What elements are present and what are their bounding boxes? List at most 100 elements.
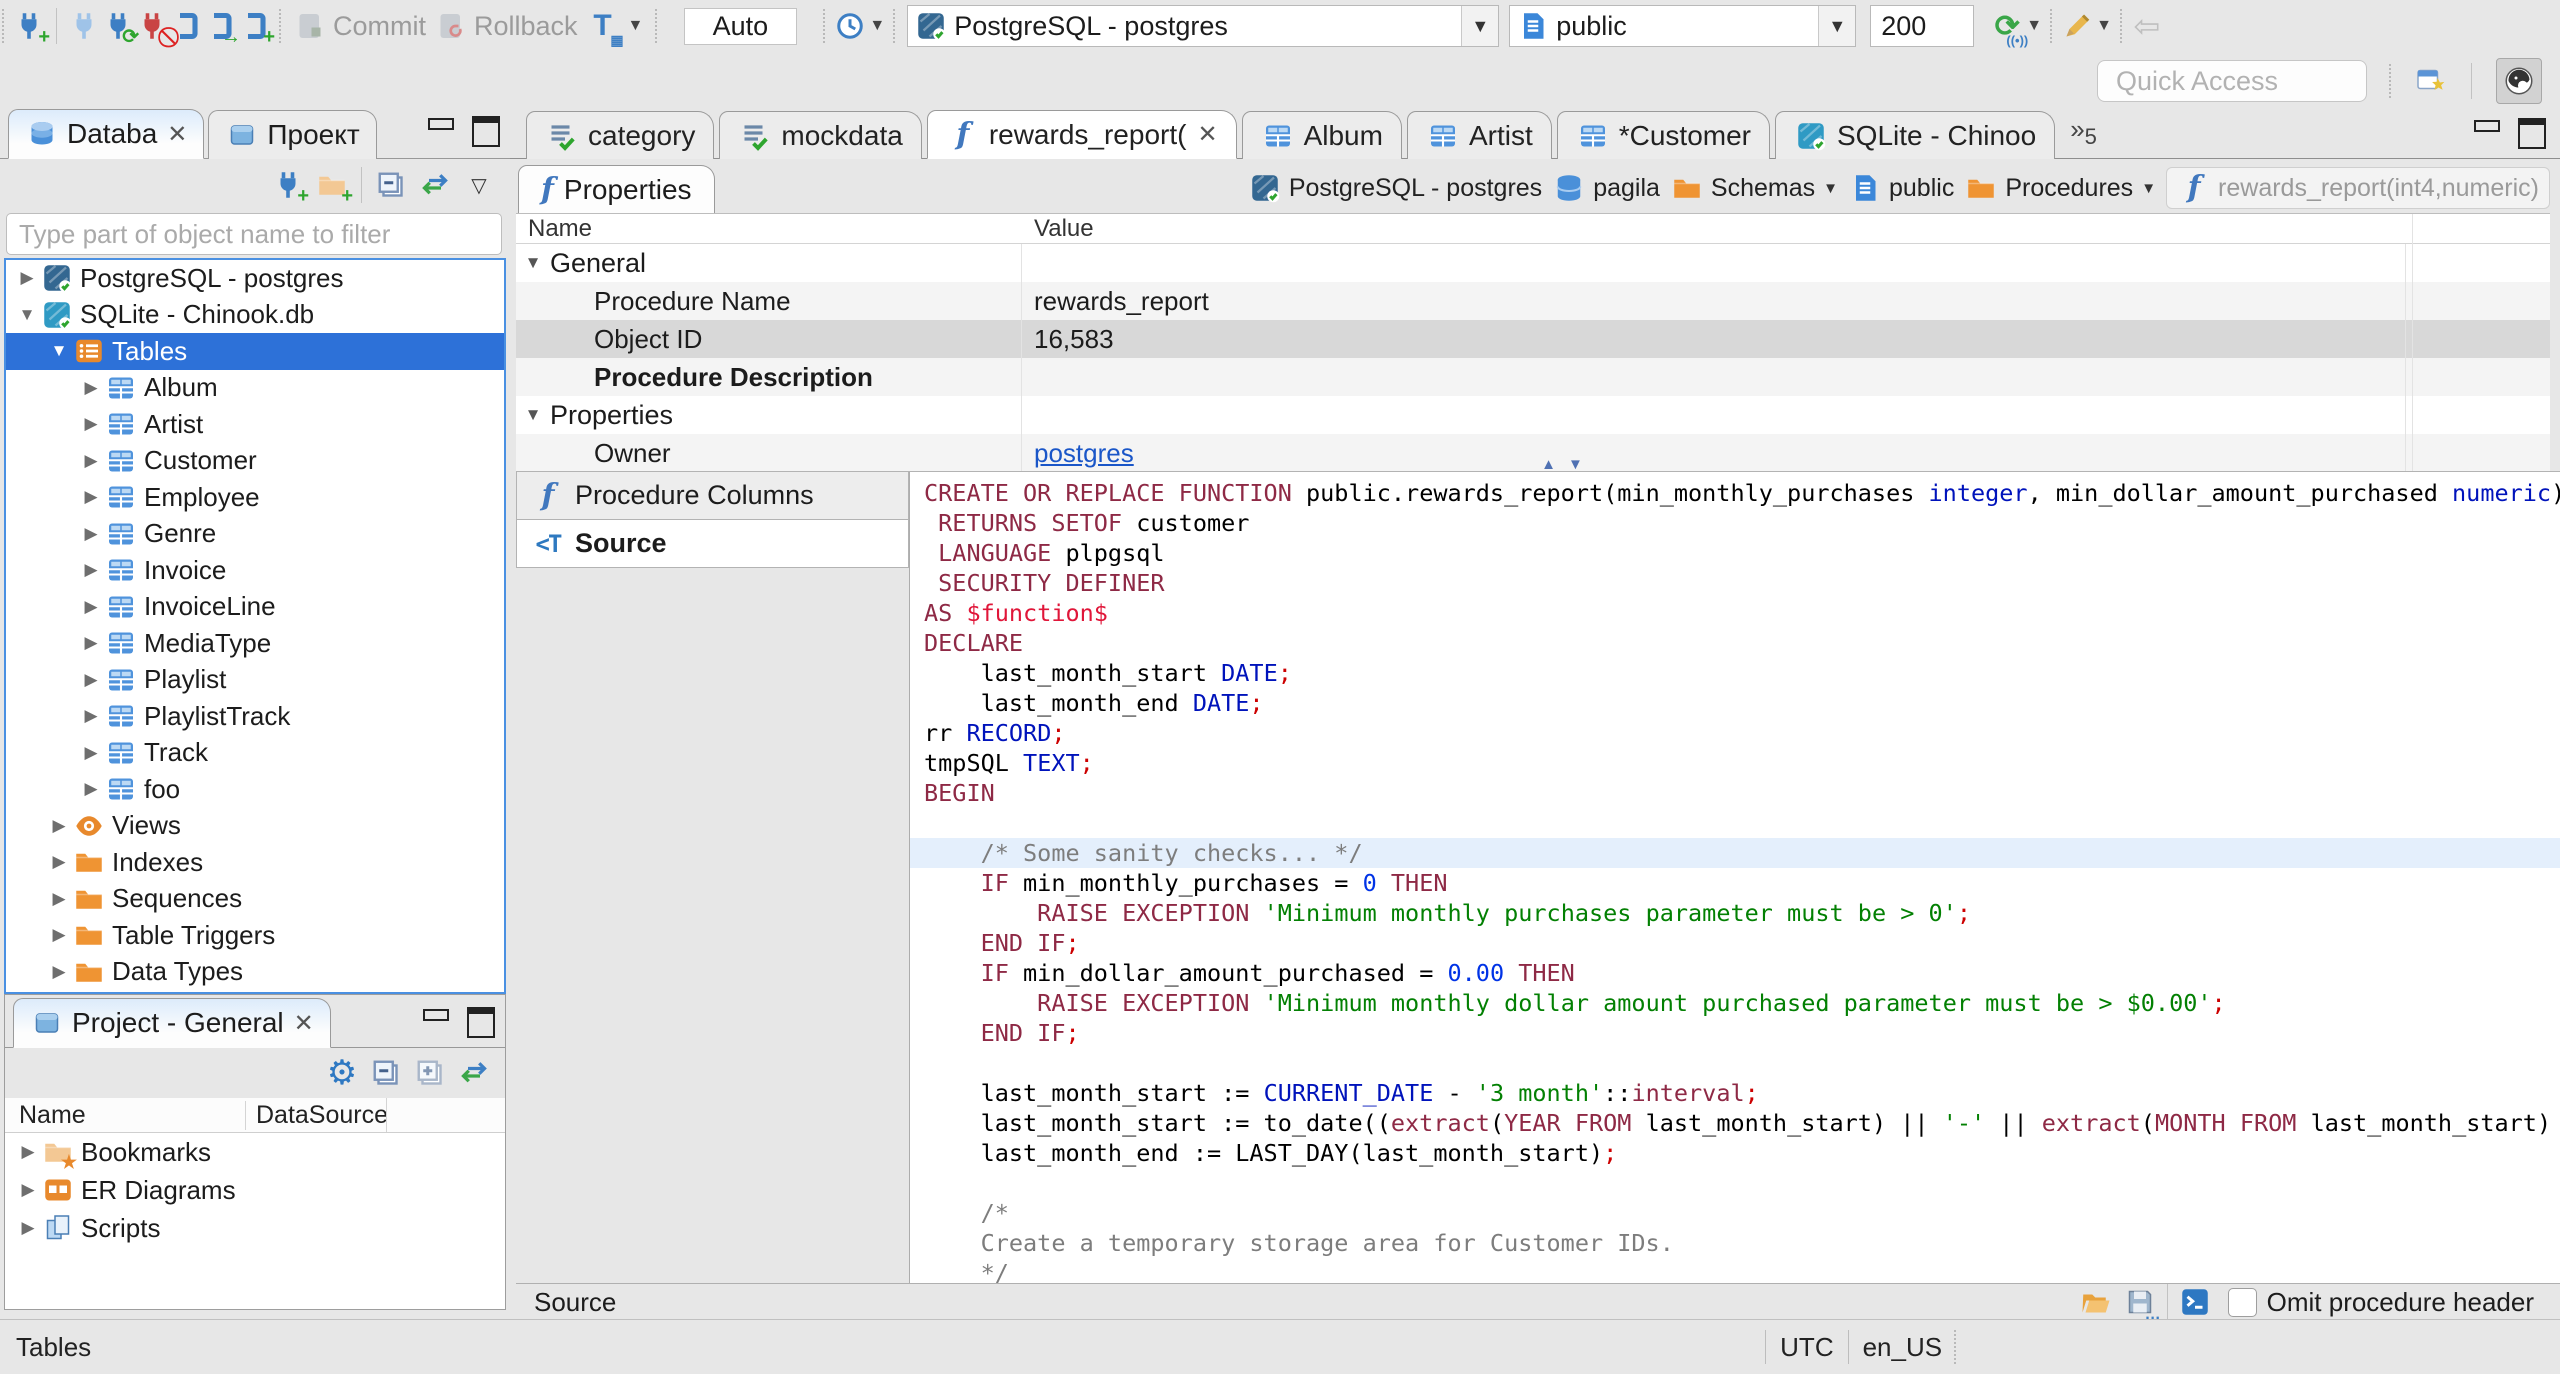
tree-expand-icon[interactable]: ▶	[76, 597, 106, 617]
editor-tab-rewards-report-[interactable]: f rewards_report(✕	[926, 110, 1237, 159]
quick-access-input[interactable]: Quick Access	[2097, 60, 2367, 102]
collapse-all-icon[interactable]	[374, 168, 408, 202]
tree-item-views[interactable]: ▶ Views	[6, 808, 504, 845]
tree-item-genre[interactable]: ▶ Genre	[6, 516, 504, 553]
code-line-9[interactable]: rr RECORD;	[924, 718, 2560, 748]
property-row-object-id[interactable]: Object ID 16,583	[516, 320, 2550, 358]
project-item-er-diagrams[interactable]: ▶ ER Diagrams	[5, 1171, 505, 1209]
status-locale[interactable]: en_US	[1863, 1332, 1943, 1363]
load-from-file-icon[interactable]	[2079, 1285, 2113, 1319]
code-line-3[interactable]: LANGUAGE plpgsql	[924, 538, 2560, 568]
code-line-20[interactable]	[924, 1048, 2560, 1078]
maximize-icon[interactable]	[465, 1007, 495, 1038]
tree-expand-icon[interactable]: ▶	[44, 852, 74, 872]
code-line-27[interactable]: */	[924, 1258, 2560, 1284]
expand-all-icon[interactable]	[413, 1056, 447, 1090]
auto-commit-combo[interactable]: Auto	[665, 6, 815, 46]
tab-projects[interactable]: Проект	[208, 110, 377, 159]
tree-expand-icon[interactable]: ▼	[44, 341, 74, 361]
tree-expand-icon[interactable]: ▶	[44, 962, 74, 982]
property-value[interactable]	[1022, 358, 2406, 396]
tree-expand-icon[interactable]: ▶	[76, 451, 106, 471]
dropdown-arrow-icon[interactable]: ▼	[2026, 17, 2042, 35]
code-line-7[interactable]: last_month_start DATE;	[924, 658, 2560, 688]
close-icon[interactable]: ✕	[1197, 120, 1217, 149]
editor-tab-sqlite-chinoo[interactable]: SQLite - Chinoo	[1774, 111, 2056, 159]
tree-item-sequences[interactable]: ▶ Sequences	[6, 881, 504, 918]
tab-properties[interactable]: f Properties	[518, 165, 715, 213]
group-expand-icon[interactable]: ▼	[516, 253, 550, 273]
open-sql-script-icon[interactable]: →	[203, 9, 241, 47]
source-code-viewer[interactable]: CREATE OR REPLACE FUNCTION public.reward…	[910, 472, 2560, 1284]
property-value[interactable]: rewards_report	[1022, 282, 2406, 320]
tree-item-playlist[interactable]: ▶ Playlist	[6, 662, 504, 699]
dropdown-arrow-icon[interactable]: ▼	[1823, 180, 1838, 197]
maximize-icon[interactable]	[2516, 118, 2546, 149]
property-value[interactable]: 16,583	[1022, 320, 2406, 358]
maximize-icon[interactable]	[470, 116, 500, 147]
property-row-general[interactable]: ▼ General	[516, 244, 2550, 282]
reconnect-icon[interactable]: ⟳	[101, 9, 139, 47]
tree-expand-icon[interactable]: ▶	[76, 524, 106, 544]
close-icon[interactable]: ✕	[167, 120, 187, 149]
tree-item-sqlite-chinook-db[interactable]: ▼ SQLite - Chinook.db	[6, 297, 504, 334]
transaction-log-icon[interactable]	[833, 9, 867, 43]
view-menu-icon[interactable]: ▽	[462, 168, 496, 202]
dropdown-arrow-icon[interactable]: ▼	[869, 17, 885, 35]
code-line-1[interactable]: CREATE OR REPLACE FUNCTION public.reward…	[924, 478, 2560, 508]
tree-item-artist[interactable]: ▶ Artist	[6, 406, 504, 443]
tree-expand-icon[interactable]: ▶	[76, 670, 106, 690]
new-folder-icon[interactable]: +	[315, 168, 353, 206]
code-line-4[interactable]: SECURITY DEFINER	[924, 568, 2560, 598]
new-sql-editor-icon[interactable]: +	[237, 9, 275, 47]
object-filter-input[interactable]: Type part of object name to filter	[6, 213, 502, 255]
code-line-6[interactable]: DECLARE	[924, 628, 2560, 658]
tree-expand-icon[interactable]: ▶	[76, 414, 106, 434]
gear-icon[interactable]: ⚙	[325, 1056, 359, 1090]
code-line-12[interactable]	[924, 808, 2560, 838]
tree-expand-icon[interactable]: ▶	[76, 378, 106, 398]
code-line-10[interactable]: tmpSQL TEXT;	[924, 748, 2560, 778]
code-line-23[interactable]: last_month_end := LAST_DAY(last_month_st…	[924, 1138, 2560, 1168]
persist-console-icon[interactable]	[2178, 1285, 2212, 1319]
commit-button[interactable]: Commit	[289, 5, 430, 47]
minimize-icon[interactable]	[2472, 118, 2502, 142]
edit-highlight-icon[interactable]	[2060, 9, 2094, 43]
column-value[interactable]: Value	[1022, 215, 2550, 243]
back-history-icon[interactable]: ⇦	[2130, 8, 2164, 44]
link-with-editor-icon[interactable]	[418, 168, 452, 202]
column-name[interactable]: Name	[516, 215, 1022, 243]
project-item-bookmarks[interactable]: ▶ ★ Bookmarks	[5, 1133, 505, 1172]
column-datasource[interactable]: DataSource	[245, 1100, 388, 1130]
sql-editor-icon[interactable]	[169, 9, 203, 43]
property-row-procedure-name[interactable]: Procedure Name rewards_report	[516, 282, 2550, 320]
dropdown-arrow-icon[interactable]: ▼	[2096, 17, 2112, 35]
code-line-24[interactable]	[924, 1168, 2560, 1198]
code-line-13[interactable]: /* Some sanity checks... */	[910, 838, 2560, 868]
status-timezone[interactable]: UTC	[1780, 1332, 1833, 1363]
tree-item-playlisttrack[interactable]: ▶ PlaylistTrack	[6, 698, 504, 735]
dbeaver-perspective-icon[interactable]	[2496, 58, 2542, 104]
minimize-icon[interactable]	[426, 116, 456, 140]
editor-tab-mockdata[interactable]: mockdata	[719, 111, 922, 159]
tree-item-table-triggers[interactable]: ▶ Table Triggers	[6, 917, 504, 954]
connect-icon[interactable]	[67, 9, 101, 43]
subtab-procedure-columns[interactable]: f Procedure Columns	[516, 472, 909, 520]
tree-expand-icon[interactable]: ▶	[44, 925, 74, 945]
tree-expand-icon[interactable]: ▶	[76, 560, 106, 580]
code-line-25[interactable]: /*	[924, 1198, 2560, 1228]
code-line-19[interactable]: END IF;	[924, 1018, 2560, 1048]
tree-expand-icon[interactable]: ▶	[76, 743, 106, 763]
open-perspective-icon[interactable]	[2413, 64, 2447, 98]
disconnect-icon[interactable]: ⃠	[135, 9, 169, 43]
tree-item-postgresql-postgres[interactable]: ▶ PostgreSQL - postgres	[6, 260, 504, 297]
close-icon[interactable]: ✕	[294, 1009, 314, 1038]
property-row-procedure-description[interactable]: Procedure Description	[516, 358, 2550, 396]
project-item-scripts[interactable]: ▶ Scripts	[5, 1209, 505, 1247]
active-connection-combo[interactable]: PostgreSQL - postgres ▼	[907, 5, 1500, 47]
property-value[interactable]	[1022, 396, 2406, 434]
subtab-source[interactable]: <T Source	[516, 520, 909, 568]
transaction-mode-button[interactable]: T ▦ ▼	[582, 5, 648, 47]
editor-tab--customer[interactable]: *Customer	[1556, 111, 1770, 159]
tree-expand-icon[interactable]: ▶	[12, 268, 42, 288]
